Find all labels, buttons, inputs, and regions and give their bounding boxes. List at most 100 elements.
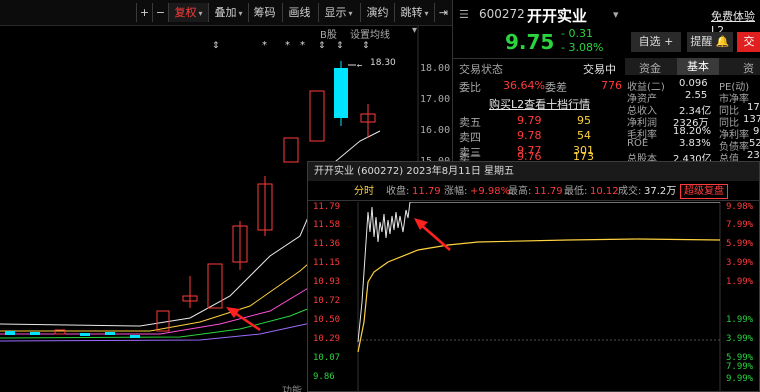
overlay-dropdown[interactable]: 叠加 (208, 3, 248, 22)
watchlist-button[interactable]: 自选 + (631, 32, 681, 52)
star-icon: * (285, 40, 290, 51)
adjust-label: 复权 (174, 6, 197, 19)
l2-purchase-link[interactable]: 购买L2查看十档行情 (489, 96, 590, 112)
fund-value: 23 (747, 150, 760, 161)
fundamentals-table: 收益(二) 0.096 PE(动) 净资产 2.55 市净率 总收入 2.34亿… (625, 78, 760, 165)
tab-funds[interactable]: 资金 (639, 60, 661, 76)
ask-label: 卖四 (459, 131, 481, 144)
zoom-in-button[interactable]: + (136, 3, 152, 22)
ask-volume: 95 (577, 114, 591, 127)
price-tick: 17.00 (420, 94, 451, 105)
ask-price: 9.78 (517, 129, 542, 142)
stock-name: 开开实业 (527, 7, 588, 25)
fund-value: 18.20% (673, 126, 712, 137)
marker-icon: ⇕ (336, 41, 344, 51)
super-review-button[interactable]: 超级复盘 (680, 184, 728, 199)
low-value: 10.12 (590, 186, 619, 197)
left-tick: 10.93 (313, 277, 341, 287)
fund-value: 17 (747, 102, 760, 113)
price-tick: 18.00 (420, 63, 451, 74)
low-label: 最低: (564, 186, 588, 197)
intraday-popup[interactable]: 开开实业 (600272) 2023年8月11日 星期五 分时 收盘: 11.7… (307, 161, 760, 392)
right-tick: 1.99% (726, 315, 754, 325)
left-tick: 11.58 (313, 220, 341, 230)
left-tick: 10.50 (313, 315, 341, 325)
status-value: 交易中 (583, 63, 616, 76)
left-tick: 10.07 (313, 353, 341, 363)
close-value: 11.79 (412, 186, 441, 197)
price-change-pct: - 3.08% (561, 41, 604, 54)
right-tick: 5.99% (726, 239, 754, 249)
high-price-tag: 18.30 (370, 58, 396, 68)
star-icon: * (300, 40, 305, 51)
alert-button[interactable]: 提醒 🔔 (687, 32, 733, 52)
marker-icon: ⇕ (318, 41, 326, 51)
high-value: 11.79 (534, 186, 563, 197)
right-tick: 1.99% (726, 277, 754, 287)
ask-price: 9.79 (517, 114, 542, 127)
adjust-dropdown[interactable]: 复权 (168, 3, 208, 22)
chg-label: 涨幅: (444, 186, 468, 197)
chevron-down-icon[interactable]: ▾ (613, 8, 619, 21)
marker-icon: ⇕ (212, 41, 220, 51)
fundamentals-tabs: 资金 基本 资 (625, 58, 760, 75)
jump-label: 跳转 (400, 6, 423, 19)
right-tick: 7.99% (726, 220, 754, 230)
fund-value: 0.096 (679, 78, 708, 89)
chg-value: +9.98% (470, 186, 511, 197)
kline-toolbar: + − 复权 叠加 筹码 画线 显示 演约 跳转 ⇥ (0, 0, 452, 26)
status-label: 交易状态 (459, 63, 503, 76)
right-tick: 9.99% (726, 374, 754, 384)
tab-intraday[interactable]: 分时 (354, 183, 374, 201)
intraday-stats: 分时 收盘: 11.79 涨幅: +9.98% 最高: 11.79 最低: 10… (308, 183, 759, 201)
left-tick: 11.79 (313, 202, 341, 212)
bottom-hint: 功能 (282, 386, 302, 392)
last-price: 9.75 (505, 30, 555, 54)
left-tick: 11.15 (313, 258, 341, 268)
expand-icon[interactable]: ⇥ (434, 3, 452, 22)
intraday-title: 开开实业 (600272) 2023年8月11日 星期五 (308, 162, 759, 181)
fund-value: 52 (749, 138, 760, 149)
right-tick: 9.98% (726, 202, 754, 212)
left-tick: 9.86 (313, 372, 335, 382)
weibi-label: 委比 (459, 81, 481, 94)
right-tick: 3.99% (726, 258, 754, 268)
weibi-value: 36.64% (503, 79, 545, 92)
ask-label: 卖五 (459, 116, 481, 129)
weicha-label: 委差 (545, 81, 567, 94)
stock-code: 600272 (479, 7, 525, 21)
marker-icon: ⇕ (362, 41, 370, 51)
fund-value: 9 (753, 126, 760, 137)
fund-value: 2.55 (685, 90, 708, 101)
fund-value: 3.83% (679, 138, 711, 149)
left-tick: 10.72 (313, 296, 341, 306)
ask-volume: 54 (577, 129, 591, 142)
alert-label: 提醒 (690, 35, 713, 48)
amount-label: 成交: (618, 186, 642, 197)
price-tick: 16.00 (420, 125, 451, 136)
draw-line-button[interactable]: 画线 (282, 3, 316, 22)
chips-button[interactable]: 筹码 (248, 3, 280, 22)
left-tick: 11.36 (313, 239, 341, 249)
trade-button[interactable]: 交 (737, 32, 760, 52)
high-tag: ← (357, 61, 363, 71)
annotation-arrow (419, 223, 451, 251)
tab-more[interactable]: 资 (743, 60, 754, 76)
star-icon: * (262, 40, 267, 51)
close-label: 收盘: (386, 186, 410, 197)
bell-icon: 🔔 (715, 35, 730, 48)
weicha-value: 776 (601, 79, 622, 92)
intraday-svg (357, 202, 721, 392)
overlay-label: 叠加 (214, 6, 237, 19)
price-change: - 0.31 (561, 27, 593, 40)
right-tick: 7.99% (726, 362, 754, 372)
display-dropdown[interactable]: 显示 (318, 3, 358, 22)
tab-basic[interactable]: 基本 (677, 58, 719, 75)
fund-value: 137 (743, 114, 760, 125)
left-tick: 10.29 (313, 334, 341, 344)
zoom-out-button[interactable]: − (152, 3, 168, 22)
contract-button[interactable]: 演约 (360, 3, 394, 22)
jump-dropdown[interactable]: 跳转 (394, 3, 434, 22)
menu-icon[interactable]: ☰ (459, 8, 469, 21)
amount-value: 37.2万 (644, 186, 677, 197)
